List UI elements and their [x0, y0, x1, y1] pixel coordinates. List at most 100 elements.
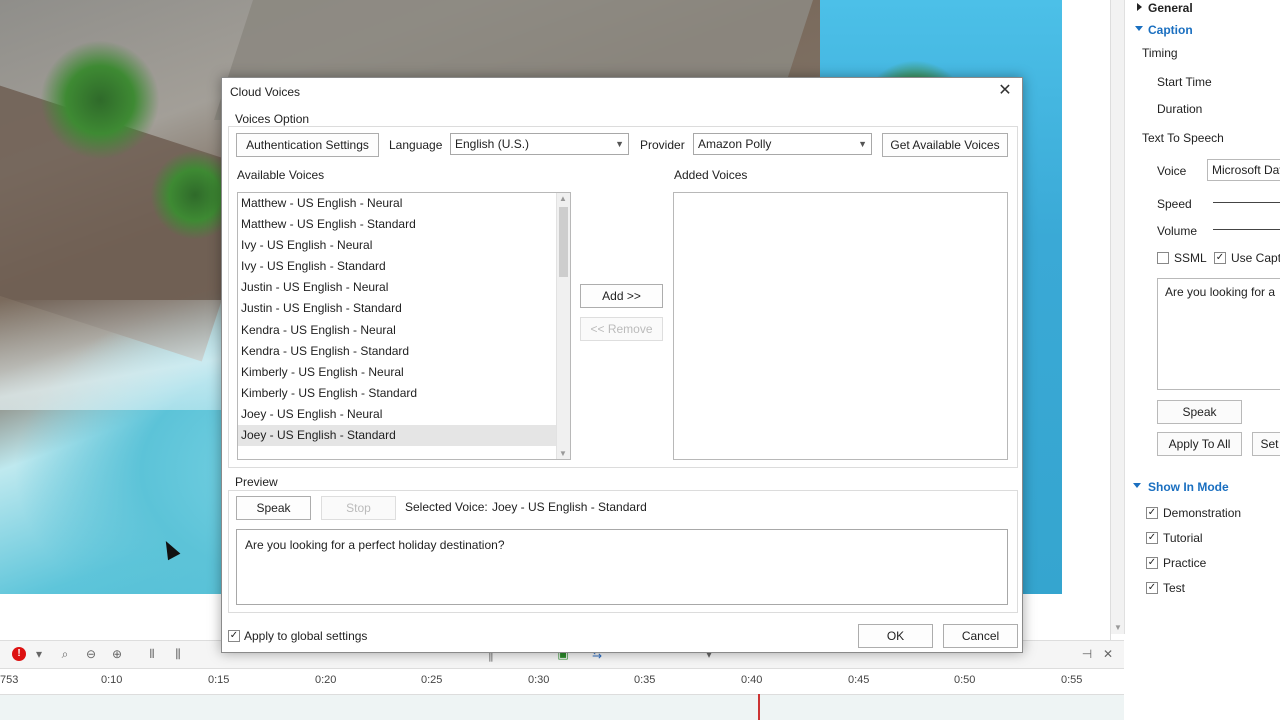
voice-list-item[interactable]: Justin - US English - Neural — [238, 277, 570, 298]
collapse-arrow-icon[interactable] — [1135, 26, 1143, 31]
caption-text-area[interactable]: Are you looking for a — [1157, 278, 1280, 390]
provider-label: Provider — [640, 138, 685, 152]
mode-label: Demonstration — [1163, 506, 1242, 520]
split-icon[interactable]: ⫴ — [145, 647, 159, 661]
voice-list-item[interactable]: Matthew - US English - Neural — [238, 193, 570, 214]
time-label: 0:15 — [208, 674, 230, 686]
preview-speak-button[interactable]: Speak — [236, 496, 311, 520]
use-caption-checkbox[interactable]: ✓ — [1214, 252, 1226, 264]
selected-voice-value: Joey - US English - Standard — [492, 500, 647, 514]
voice-list-item[interactable]: Kendra - US English - Standard — [238, 341, 570, 362]
language-label: Language — [389, 138, 443, 152]
zoom-fit-icon[interactable]: ⌕ — [58, 647, 72, 661]
time-label: 0:55 — [1061, 674, 1083, 686]
collapse-arrow-icon[interactable] — [1133, 483, 1141, 488]
list-scrollbar[interactable]: ▲ ▼ — [556, 193, 570, 459]
set-button[interactable]: Set — [1252, 432, 1280, 456]
available-voices-label: Available Voices — [237, 168, 325, 182]
mode-label: Practice — [1163, 556, 1207, 570]
mode-checkbox[interactable]: ✓ — [1146, 532, 1158, 544]
mode-checkbox[interactable]: ✓ — [1146, 507, 1158, 519]
add-voice-button[interactable]: Add >> — [580, 284, 663, 308]
apply-to-all-button[interactable]: Apply To All — [1157, 432, 1242, 456]
duration-label: Duration — [1157, 102, 1203, 116]
speed-slider[interactable] — [1213, 202, 1280, 203]
time-label: 753 — [0, 674, 19, 686]
added-voices-list[interactable] — [673, 192, 1008, 460]
speed-label: Speed — [1157, 197, 1192, 211]
voice-label: Voice — [1157, 164, 1187, 178]
time-label: 0:35 — [634, 674, 656, 686]
playhead[interactable] — [758, 694, 760, 720]
apply-global-checkbox[interactable]: ✓ — [228, 630, 240, 642]
voice-list-item[interactable]: Kimberly - US English - Standard — [238, 383, 570, 404]
voice-select[interactable]: Microsoft Dav — [1207, 159, 1280, 181]
authentication-settings-button[interactable]: Authentication Settings — [236, 133, 379, 157]
scroll-down-icon[interactable]: ▼ — [559, 449, 567, 458]
zoom-in-icon[interactable]: ⊕ — [110, 647, 124, 661]
close-icon[interactable]: ✕ — [996, 82, 1014, 100]
mode-label: Test — [1163, 581, 1186, 595]
time-label: 0:40 — [741, 674, 763, 686]
dialog-title: Cloud Voices — [230, 85, 301, 99]
cancel-button[interactable]: Cancel — [943, 624, 1018, 648]
tts-label: Text To Speech — [1142, 131, 1224, 145]
expand-arrow-icon[interactable] — [1137, 3, 1142, 11]
section-caption[interactable]: Caption — [1148, 23, 1193, 37]
ssml-checkbox[interactable] — [1157, 252, 1169, 264]
voice-list-item[interactable]: Joey - US English - Neural — [238, 404, 570, 425]
volume-slider[interactable] — [1213, 229, 1280, 230]
voice-list-item[interactable]: Ivy - US English - Neural — [238, 235, 570, 256]
available-voices-list[interactable]: Matthew - US English - Neural Matthew - U… — [237, 192, 571, 460]
provider-select[interactable]: Amazon Polly ▼ — [693, 133, 872, 155]
dropdown-arrow-icon[interactable]: ▾ — [32, 647, 46, 661]
time-label: 0:20 — [315, 674, 337, 686]
cloud-voices-dialog: Cloud Voices ✕ Voices Option Authenticat… — [221, 77, 1023, 653]
voice-list-item[interactable]: Ivy - US English - Standard — [238, 256, 570, 277]
section-show-in-mode[interactable]: Show In Mode — [1148, 480, 1229, 494]
apply-global-label: Apply to global settings — [244, 629, 368, 643]
voice-list-item[interactable]: Joey - US English - Standard — [238, 425, 570, 447]
ssml-label: SSML — [1174, 251, 1207, 265]
start-time-label: Start Time — [1157, 75, 1212, 89]
chevron-down-icon: ▼ — [615, 139, 624, 149]
language-select[interactable]: English (U.S.) ▼ — [450, 133, 629, 155]
time-label: 0:45 — [848, 674, 870, 686]
section-general[interactable]: General — [1148, 1, 1193, 15]
time-label: 0:30 — [528, 674, 550, 686]
voice-list-item[interactable]: Kendra - US English - Neural — [238, 320, 570, 341]
chevron-down-icon: ▼ — [858, 139, 867, 149]
voice-list-item[interactable]: Kimberly - US English - Neural — [238, 362, 570, 383]
timeline-track[interactable] — [0, 694, 1124, 720]
merge-icon[interactable]: ⫼ — [171, 647, 185, 661]
scrollbar-thumb[interactable] — [559, 207, 568, 277]
mode-checkbox[interactable]: ✓ — [1146, 582, 1158, 594]
time-label: 0:10 — [101, 674, 123, 686]
scroll-up-icon[interactable]: ▲ — [559, 194, 567, 203]
voices-option-title: Voices Option — [234, 112, 311, 126]
timing-label: Timing — [1142, 46, 1178, 60]
properties-panel: ▼ General Caption Timing Start Time Dura… — [1110, 0, 1280, 720]
zoom-out-icon[interactable]: ⊖ — [84, 647, 98, 661]
remove-voice-button[interactable]: << Remove — [580, 317, 663, 341]
properties-scrollbar[interactable]: ▼ — [1111, 0, 1125, 634]
time-label: 0:25 — [421, 674, 443, 686]
timeline-ruler[interactable]: 753 0:10 0:15 0:20 0:25 0:30 0:35 0:40 0… — [0, 668, 1124, 694]
mode-checkbox[interactable]: ✓ — [1146, 557, 1158, 569]
ok-button[interactable]: OK — [858, 624, 933, 648]
voice-list-item[interactable]: Matthew - US English - Standard — [238, 214, 570, 235]
mode-label: Tutorial — [1163, 531, 1203, 545]
voice-items: Matthew - US English - Neural Matthew - U… — [238, 193, 570, 447]
get-available-voices-button[interactable]: Get Available Voices — [882, 133, 1008, 157]
preview-stop-button[interactable]: Stop — [321, 496, 396, 520]
added-voices-label: Added Voices — [674, 168, 748, 182]
close-panel-icon[interactable]: ✕ — [1101, 647, 1115, 661]
provider-value: Amazon Polly — [698, 137, 772, 151]
time-label: 0:50 — [954, 674, 976, 686]
preview-text-area[interactable]: Are you looking for a perfect holiday de… — [236, 529, 1008, 605]
voice-list-item[interactable]: Justin - US English - Standard — [238, 298, 570, 319]
language-value: English (U.S.) — [455, 137, 530, 151]
speak-button[interactable]: Speak — [1157, 400, 1242, 424]
pin-icon[interactable]: ⊣ — [1080, 647, 1094, 661]
record-icon[interactable]: ! — [12, 647, 26, 661]
